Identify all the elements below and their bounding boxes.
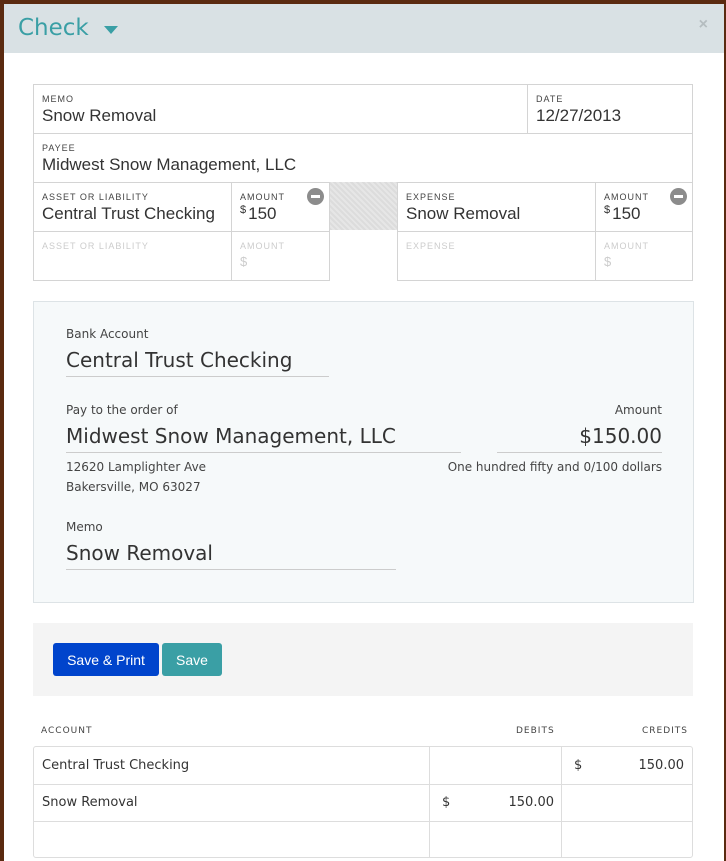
credit-cell [561, 821, 692, 858]
expense-account-field[interactable]: EXPENSE Snow Removal [397, 182, 596, 232]
asset-label: ASSET OR LIABILITY [42, 192, 149, 202]
expense-amount-field-empty[interactable]: AMOUNT $ [595, 231, 693, 281]
asset-placeholder: ASSET OR LIABILITY [42, 241, 149, 251]
address-line1: 12620 Lamplighter Ave [66, 460, 207, 474]
account-cell: Snow Removal [42, 795, 138, 810]
credit-cell: $150.00 [561, 747, 692, 784]
date-label: DATE [536, 94, 564, 104]
remove-icon[interactable] [307, 188, 324, 205]
amount-label: AMOUNT [240, 192, 285, 202]
currency-symbol: $ [240, 254, 249, 269]
asset-account-field-empty[interactable]: ASSET OR LIABILITY [33, 231, 232, 281]
close-icon[interactable]: × [699, 16, 708, 34]
credit-cell [561, 784, 692, 821]
currency-symbol: $ [240, 204, 247, 216]
date-field[interactable]: DATE 12/27/2013 [527, 84, 693, 134]
currency-symbol: $ [604, 204, 611, 216]
memo-label: MEMO [42, 94, 74, 104]
pay-to-label: Pay to the order of [66, 403, 178, 417]
asset-account-field[interactable]: ASSET OR LIABILITY Central Trust Checkin… [33, 182, 232, 232]
bank-account-label: Bank Account [66, 327, 149, 341]
expense-placeholder: EXPENSE [406, 241, 456, 251]
remove-icon[interactable] [670, 188, 687, 205]
dialog-title: Check [18, 15, 89, 41]
amount-words: One hundred fifty and 0/100 dollars [447, 460, 662, 474]
amount-value: 150 [612, 204, 641, 223]
bank-account-value: Central Trust Checking [66, 348, 329, 377]
save-button[interactable]: Save [162, 643, 222, 676]
action-bar: Save & Print Save [33, 623, 693, 696]
pay-to-value: Midwest Snow Management, LLC [66, 424, 461, 453]
amount-label: AMOUNT [604, 192, 649, 202]
address-line2: Bakersville, MO 63027 [66, 480, 201, 494]
account-header: ACCOUNT [41, 726, 93, 736]
check-memo-label: Memo [66, 520, 103, 534]
date-value: 12/27/2013 [536, 106, 622, 125]
expense-value: Snow Removal [406, 204, 521, 223]
debits-header: DEBITS [516, 726, 555, 736]
debit-cell: $150.00 [429, 784, 562, 821]
amount-placeholder: AMOUNT [604, 241, 649, 251]
asset-amount-field-empty[interactable]: AMOUNT $ [231, 231, 330, 281]
payee-field[interactable]: PAYEE Midwest Snow Management, LLC [33, 133, 693, 183]
amount-placeholder: AMOUNT [240, 241, 285, 251]
table-row [34, 821, 692, 858]
asset-value: Central Trust Checking [42, 204, 215, 223]
dialog-header: Check × [4, 4, 724, 53]
asset-amount-field[interactable]: AMOUNT $150 [231, 182, 330, 232]
check-memo-value: Snow Removal [66, 541, 396, 570]
credits-header: CREDITS [642, 726, 689, 736]
payee-value: Midwest Snow Management, LLC [42, 155, 297, 174]
save-print-button[interactable]: Save & Print [53, 643, 159, 676]
debit-cell [429, 747, 562, 784]
caret-down-icon[interactable] [104, 26, 118, 34]
currency-symbol: $ [604, 254, 613, 269]
payee-label: PAYEE [42, 143, 76, 153]
account-cell: Central Trust Checking [42, 758, 190, 773]
ledger-table: Central Trust Checking $150.00 Snow Remo… [33, 746, 693, 858]
expense-amount-field[interactable]: AMOUNT $150 [595, 182, 693, 232]
expense-label: EXPENSE [406, 192, 456, 202]
expense-account-field-empty[interactable]: EXPENSE [397, 231, 596, 281]
check-preview: Bank Account Central Trust Checking Pay … [33, 301, 694, 603]
split-divider [330, 182, 397, 230]
memo-value: Snow Removal [42, 106, 157, 125]
debit-cell [429, 821, 562, 858]
table-row: Central Trust Checking $150.00 [34, 747, 692, 785]
table-row: Snow Removal $150.00 [34, 784, 692, 822]
amount-label: Amount [614, 403, 662, 417]
amount-value: $150.00 [497, 424, 662, 453]
memo-field[interactable]: MEMO Snow Removal [33, 84, 528, 134]
amount-value: 150 [248, 204, 277, 223]
